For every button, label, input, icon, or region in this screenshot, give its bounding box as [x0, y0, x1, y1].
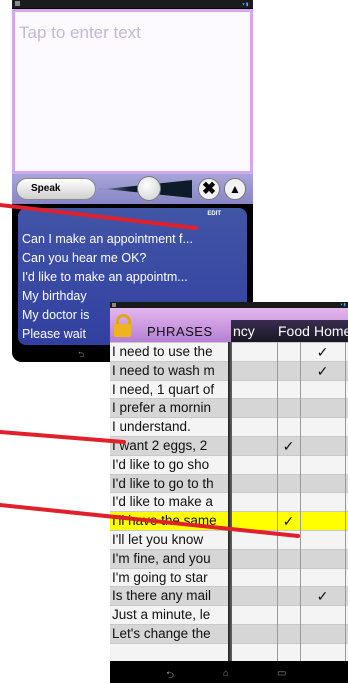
- category-check-cell[interactable]: [232, 587, 277, 606]
- category-check-cell[interactable]: [232, 362, 277, 381]
- category-check-cell[interactable]: [277, 475, 300, 494]
- category-check-cell[interactable]: [277, 493, 300, 512]
- category-check-cell[interactable]: [300, 475, 345, 494]
- category-check-cell[interactable]: [232, 569, 277, 588]
- phrase-text: I'm fine, and you: [112, 550, 211, 566]
- category-check-cell[interactable]: [232, 512, 277, 531]
- category-check-cell[interactable]: [300, 418, 345, 437]
- column-divider: [228, 342, 232, 661]
- phrase-list-header: EDIT: [18, 208, 247, 222]
- category-check-cell[interactable]: ✓: [277, 437, 300, 456]
- category-check-cell[interactable]: [300, 437, 345, 456]
- back-icon[interactable]: ⮌: [166, 668, 174, 683]
- category-check-cell[interactable]: [300, 625, 345, 644]
- volume-slider-thumb[interactable]: [137, 176, 161, 201]
- category-check-cell[interactable]: [232, 531, 277, 550]
- category-check-cell[interactable]: [232, 456, 277, 475]
- category-check-cell[interactable]: [300, 456, 345, 475]
- category-check-cell[interactable]: [232, 606, 277, 625]
- list-item[interactable]: Can I make an appointment f...: [22, 232, 244, 252]
- category-check-cell[interactable]: [300, 531, 345, 550]
- category-check-cell[interactable]: [277, 343, 300, 362]
- category-check-cell[interactable]: [232, 625, 277, 644]
- category-check-cell[interactable]: [300, 569, 345, 588]
- category-check-cell[interactable]: [300, 550, 345, 569]
- recent-apps-icon[interactable]: ▭: [277, 668, 286, 679]
- status-bar: ▾▮: [12, 0, 253, 8]
- phrase-text: I'll let you know: [112, 532, 204, 547]
- category-check-cell[interactable]: [232, 343, 277, 362]
- navigation-bar: ⮌ ⌂ ▭: [110, 668, 348, 683]
- speech-controls: Speak ✖ ▲: [12, 174, 253, 204]
- category-check-cell[interactable]: [277, 625, 300, 644]
- list-item[interactable]: I'd like to make an appointm...: [22, 270, 244, 290]
- phrase-text: I understand.: [112, 419, 191, 435]
- category-check-cell[interactable]: [300, 644, 345, 661]
- speak-button[interactable]: Speak: [16, 178, 96, 200]
- category-check-cell[interactable]: ✓: [277, 512, 300, 531]
- home-icon[interactable]: ⌂: [223, 668, 229, 679]
- phrases-header: PHRASES ncy Food Home: [110, 308, 348, 345]
- text-entry-placeholder: Tap to enter text: [19, 23, 141, 42]
- category-check-cell[interactable]: [277, 399, 300, 418]
- category-check-cell[interactable]: [277, 606, 300, 625]
- category-check-cell[interactable]: [232, 644, 277, 661]
- category-check-cell[interactable]: [232, 475, 277, 494]
- category-check-cell[interactable]: [277, 362, 300, 381]
- phrase-text: Let's change the: [112, 626, 211, 641]
- phrase-category-table: I need to use the ✓ I need to wash m ✓ I nee…: [110, 342, 348, 661]
- category-check-cell[interactable]: ✓: [300, 343, 345, 362]
- phrase-text: I need to wash m: [112, 362, 215, 378]
- phrase-text: Just a minute, le: [112, 607, 211, 623]
- phrase-text: I'd like to go sho: [112, 456, 210, 472]
- phrase-text: I prefer a mornin: [112, 400, 212, 416]
- phrase-text: I'd like to go to th: [112, 475, 214, 491]
- category-check-cell[interactable]: [232, 399, 277, 418]
- category-food[interactable]: Food: [278, 323, 310, 339]
- category-check-cell[interactable]: [300, 381, 345, 400]
- category-check-cell[interactable]: ✓: [300, 362, 345, 381]
- category-check-cell[interactable]: [277, 456, 300, 475]
- phrase-text: I need to use the: [112, 344, 213, 359]
- phone-screenshot-phrases: ▾▮ PHRASES ncy Food Home I need to use t…: [110, 302, 348, 683]
- edit-button[interactable]: EDIT: [207, 211, 221, 217]
- category-check-cell[interactable]: [277, 550, 300, 569]
- phrase-text: I want 2 eggs, 2: [112, 438, 208, 453]
- phrase-text: Is there any mail: [112, 588, 212, 604]
- category-check-cell[interactable]: ✓: [300, 587, 345, 606]
- page-title: PHRASES: [147, 324, 213, 339]
- list-item[interactable]: Can you hear me OK?: [22, 251, 244, 271]
- notification-icon: [112, 303, 116, 307]
- expand-up-button[interactable]: ▲: [224, 178, 246, 200]
- category-check-cell[interactable]: [277, 644, 300, 661]
- category-check-cell[interactable]: [300, 606, 345, 625]
- phrase-text: I'll have the same: [112, 513, 217, 529]
- category-home[interactable]: Home: [314, 323, 348, 339]
- notification-icon: [15, 1, 20, 6]
- category-check-cell[interactable]: [232, 437, 277, 456]
- phrase-text: I'm going to star: [112, 569, 208, 585]
- signal-battery-icon: ▾▮: [241, 1, 249, 8]
- lock-icon[interactable]: [114, 314, 131, 338]
- category-check-cell[interactable]: [277, 587, 300, 606]
- category-check-cell[interactable]: [277, 569, 300, 588]
- category-check-cell[interactable]: [300, 493, 345, 512]
- phrase-text: I'd like to make a: [112, 494, 213, 510]
- category-check-cell[interactable]: [300, 399, 345, 418]
- phrase-text: I need, 1 quart of: [112, 381, 215, 397]
- category-check-cell[interactable]: [277, 418, 300, 437]
- text-entry-area[interactable]: Tap to enter text: [12, 9, 253, 174]
- category-check-cell[interactable]: [277, 531, 300, 550]
- category-check-cell[interactable]: [232, 493, 277, 512]
- category-check-cell[interactable]: [277, 381, 300, 400]
- back-icon[interactable]: ⮌: [78, 349, 84, 362]
- category-emergency[interactable]: ncy: [233, 323, 255, 339]
- category-check-cell[interactable]: [232, 550, 277, 569]
- category-check-cell[interactable]: [232, 381, 277, 400]
- category-check-cell[interactable]: [232, 418, 277, 437]
- category-check-cell[interactable]: [300, 512, 345, 531]
- clear-text-button[interactable]: ✖: [198, 178, 220, 200]
- callout-line-understand: [0, 430, 126, 444]
